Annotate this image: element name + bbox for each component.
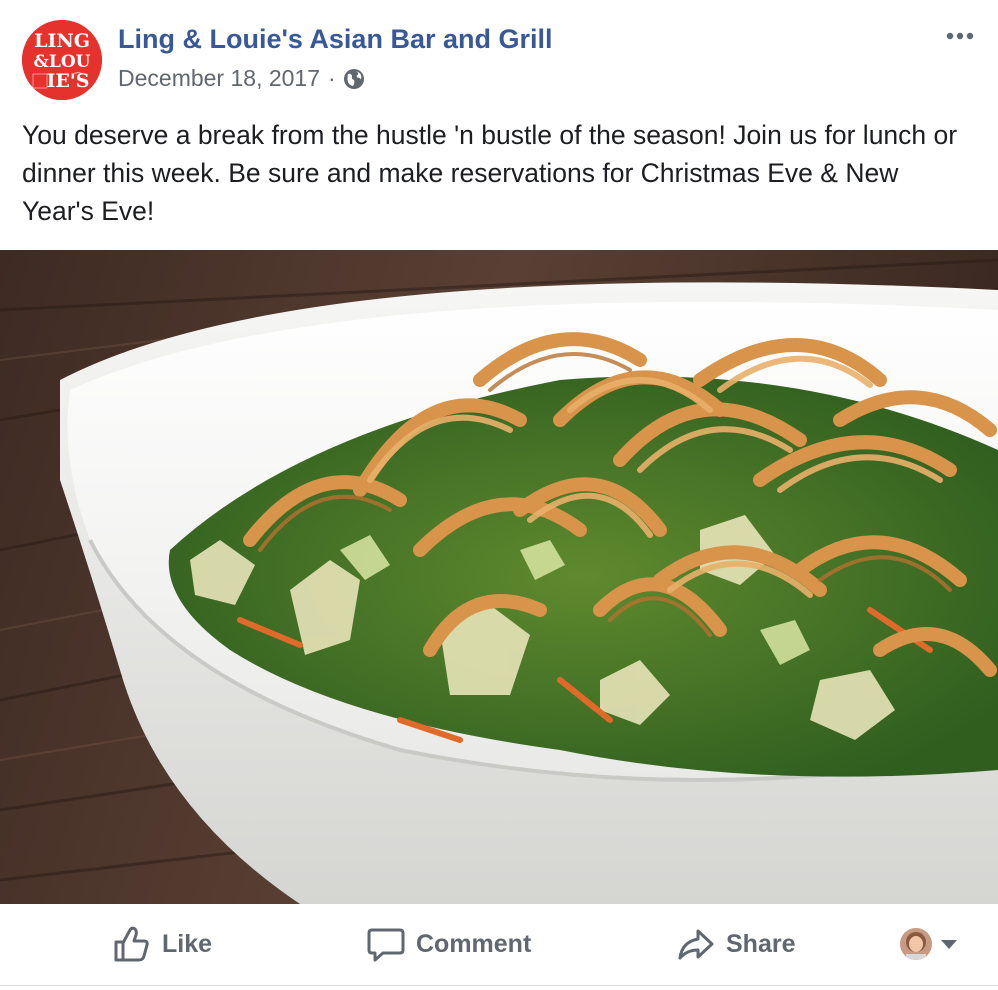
comment-button[interactable]: Comment [366, 924, 531, 964]
like-label: Like [162, 929, 213, 958]
logo-line2: &LOU [34, 52, 91, 72]
post-photo[interactable] [0, 250, 998, 904]
ling-louies-logo: LING &LOU IE'S [22, 20, 102, 100]
viewer-avatar [900, 928, 932, 960]
like-button[interactable]: Like [112, 924, 212, 964]
post-meta: December 18, 2017 · [118, 65, 365, 92]
globe-icon[interactable] [343, 68, 365, 90]
share-arrow-icon [678, 929, 714, 960]
post-text: You deserve a break from the hustle 'n b… [22, 120, 958, 226]
caret-down-icon [941, 940, 957, 949]
reaction-as-selector[interactable] [900, 928, 958, 960]
logo-line3: IE'S [47, 70, 90, 92]
salad-bowl-image [0, 250, 998, 904]
logo-line1: LING [34, 30, 90, 52]
post-actions-bar: Like Comment Share [0, 904, 998, 990]
page-avatar[interactable]: LING &LOU IE'S [22, 20, 102, 100]
facebook-post: LING &LOU IE'S Ling & Louie's Asian Bar … [0, 0, 998, 990]
post-date[interactable]: December 18, 2017 [118, 65, 320, 92]
comment-label: Comment [416, 929, 532, 958]
share-label: Share [726, 929, 796, 958]
more-options-button[interactable] [942, 24, 982, 48]
bottom-divider [0, 985, 998, 986]
page-name-link[interactable]: Ling & Louie's Asian Bar and Grill [118, 24, 552, 55]
speech-bubble-icon [367, 928, 405, 962]
share-button[interactable]: Share [676, 924, 795, 964]
meta-separator: · [328, 65, 336, 91]
thumbs-up-icon [114, 926, 149, 962]
more-horizontal-icon [946, 32, 974, 40]
